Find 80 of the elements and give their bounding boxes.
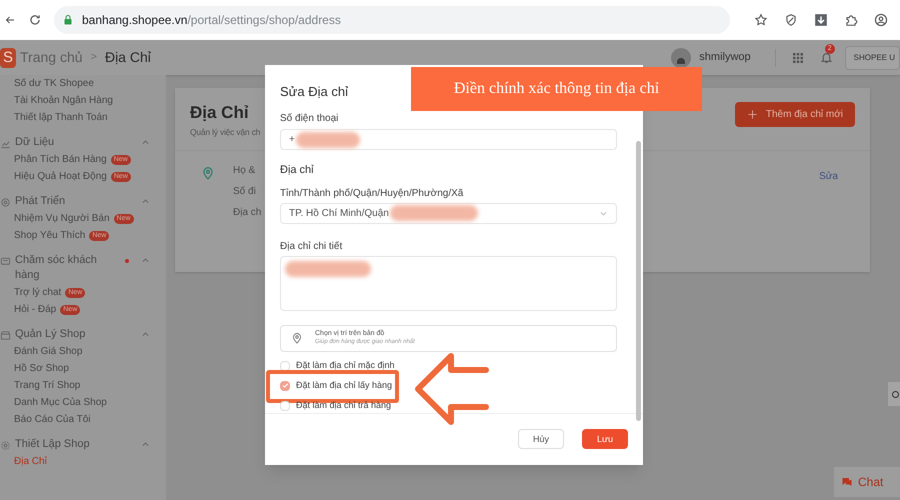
download-icon[interactable]	[814, 13, 828, 27]
edit-link[interactable]: Sửa	[819, 169, 838, 184]
checkbox-label: Đặt làm địa chỉ lấy hàng	[296, 378, 392, 392]
chat-icon	[0, 256, 11, 267]
floating-tool-button[interactable]	[888, 382, 900, 406]
section-heading: Địa chỉ	[280, 163, 315, 178]
add-address-button[interactable]: Thêm địa chỉ mới	[734, 102, 855, 127]
avatar-icon	[671, 48, 692, 68]
chevron-icon[interactable]	[141, 330, 150, 339]
sidebar-item[interactable]: Tài Khoản Ngân Hàng	[14, 93, 113, 108]
page-subtitle: Quản lý việc vận ch	[190, 126, 260, 138]
lock-icon	[62, 14, 74, 26]
breadcrumb-separator: >	[90, 50, 97, 66]
annotation-banner: Điền chính xác thông tin địa chỉ	[411, 67, 702, 111]
breadcrumb-link[interactable]: Trang chủ	[20, 47, 83, 68]
sidebar-item[interactable]: Hỏi - Đáp	[14, 302, 56, 317]
url-text: banhang.shopee.vn/portal/settings/shop/address	[82, 12, 341, 29]
bell-icon[interactable]	[820, 51, 833, 64]
sidebar-item[interactable]: Địa Chỉ	[14, 454, 47, 469]
shop-logo: S	[0, 48, 16, 68]
plus-icon	[746, 109, 758, 120]
sidebar-item[interactable]: Báo Cáo Của Tôi	[14, 412, 91, 427]
checkbox-label: Đặt làm địa chỉ trả hàng	[296, 398, 392, 412]
region-value: TP. Hồ Chí Minh/Quận	[289, 206, 389, 221]
checkbox-label: Đặt làm địa chỉ mặc định	[296, 358, 395, 372]
phone-field[interactable]: +	[280, 129, 617, 150]
sidebar-item[interactable]: Trang Trí Shop	[14, 378, 80, 393]
dialog-title: Sửa Địa chỉ	[280, 84, 348, 99]
sidebar-item[interactable]: Danh Mục Của Shop	[14, 395, 107, 410]
address-label: Số đi	[233, 185, 257, 200]
map-pin-icon	[291, 331, 303, 346]
shop-menu-button[interactable]: SHOPEE U	[844, 46, 900, 70]
breadcrumb-current: Địa Chỉ	[104, 48, 151, 67]
check-icon	[282, 382, 288, 390]
address-label: Họ &	[233, 164, 256, 178]
page-title: Địa Chỉ	[190, 102, 250, 124]
shield-icon[interactable]	[784, 13, 798, 27]
region-select[interactable]: TP. Hồ Chí Minh/Quận	[280, 202, 617, 224]
address-label: Địa ch	[233, 206, 262, 220]
sidebar-item[interactable]: Đánh Giá Shop	[14, 344, 82, 359]
sidebar-item[interactable]: Nhiệm Vụ Người Bán	[14, 211, 110, 226]
sidebar-section-title: Chăm sóc khách hàng	[15, 253, 98, 283]
puzzle-icon[interactable]	[844, 13, 858, 27]
sidebar-item[interactable]: Shop Yêu Thích	[14, 228, 86, 243]
reload-icon[interactable]	[28, 13, 42, 27]
sidebar-section-title: Phát Triển	[15, 194, 66, 209]
chat-icon	[841, 476, 853, 488]
profile-icon[interactable]	[874, 13, 888, 27]
field-label: Tỉnh/Thành phố/Quận/Huyện/Phường/Xã	[280, 186, 464, 201]
sidebar-item[interactable]: Phân Tích Bán Hàng	[14, 152, 107, 167]
sidebar-item[interactable]: Số dư TK Shopee	[14, 76, 94, 91]
shop-icon	[0, 330, 11, 341]
target-icon	[0, 197, 11, 208]
detail-address-field[interactable]	[280, 256, 617, 311]
save-button[interactable]: Lưu	[582, 429, 628, 450]
chevron-icon[interactable]	[141, 440, 150, 449]
sidebar-section-title: Thiết Lập Shop	[15, 437, 91, 452]
back-icon[interactable]	[4, 14, 16, 26]
chevron-icon[interactable]	[141, 138, 150, 147]
phone-value: +	[289, 133, 295, 148]
star-icon[interactable]	[754, 13, 768, 27]
sidebar-section-title: Quản Lý Shop	[15, 327, 86, 342]
grid-icon[interactable]	[792, 52, 804, 64]
sidebar-item[interactable]: Trợ lý chat	[14, 285, 62, 300]
sidebar-item[interactable]: Thiết lập Thanh Toán	[14, 110, 108, 125]
sidebar-section-title: Dữ Liệu	[15, 135, 56, 150]
redaction-smudge	[296, 132, 360, 148]
chevron-icon[interactable]	[141, 197, 150, 206]
field-label: Địa chỉ chi tiết	[280, 240, 344, 254]
sidebar-item[interactable]: Hiệu Quả Hoạt Động	[14, 169, 107, 184]
checkbox[interactable]	[280, 360, 290, 371]
chat-button[interactable]: Chat	[834, 467, 900, 497]
cancel-button[interactable]: Hủy	[518, 429, 564, 450]
field-label: Số điện thoại	[280, 112, 340, 126]
checkbox[interactable]	[280, 380, 290, 391]
location-pin-icon	[201, 165, 215, 182]
chevron-icon[interactable]	[141, 256, 150, 265]
address-bar[interactable]: banhang.shopee.vn/portal/settings/shop/address	[54, 6, 730, 34]
sidebar-item[interactable]: Hồ Sơ Shop	[14, 361, 69, 376]
username-text: shmilywop	[699, 50, 751, 66]
